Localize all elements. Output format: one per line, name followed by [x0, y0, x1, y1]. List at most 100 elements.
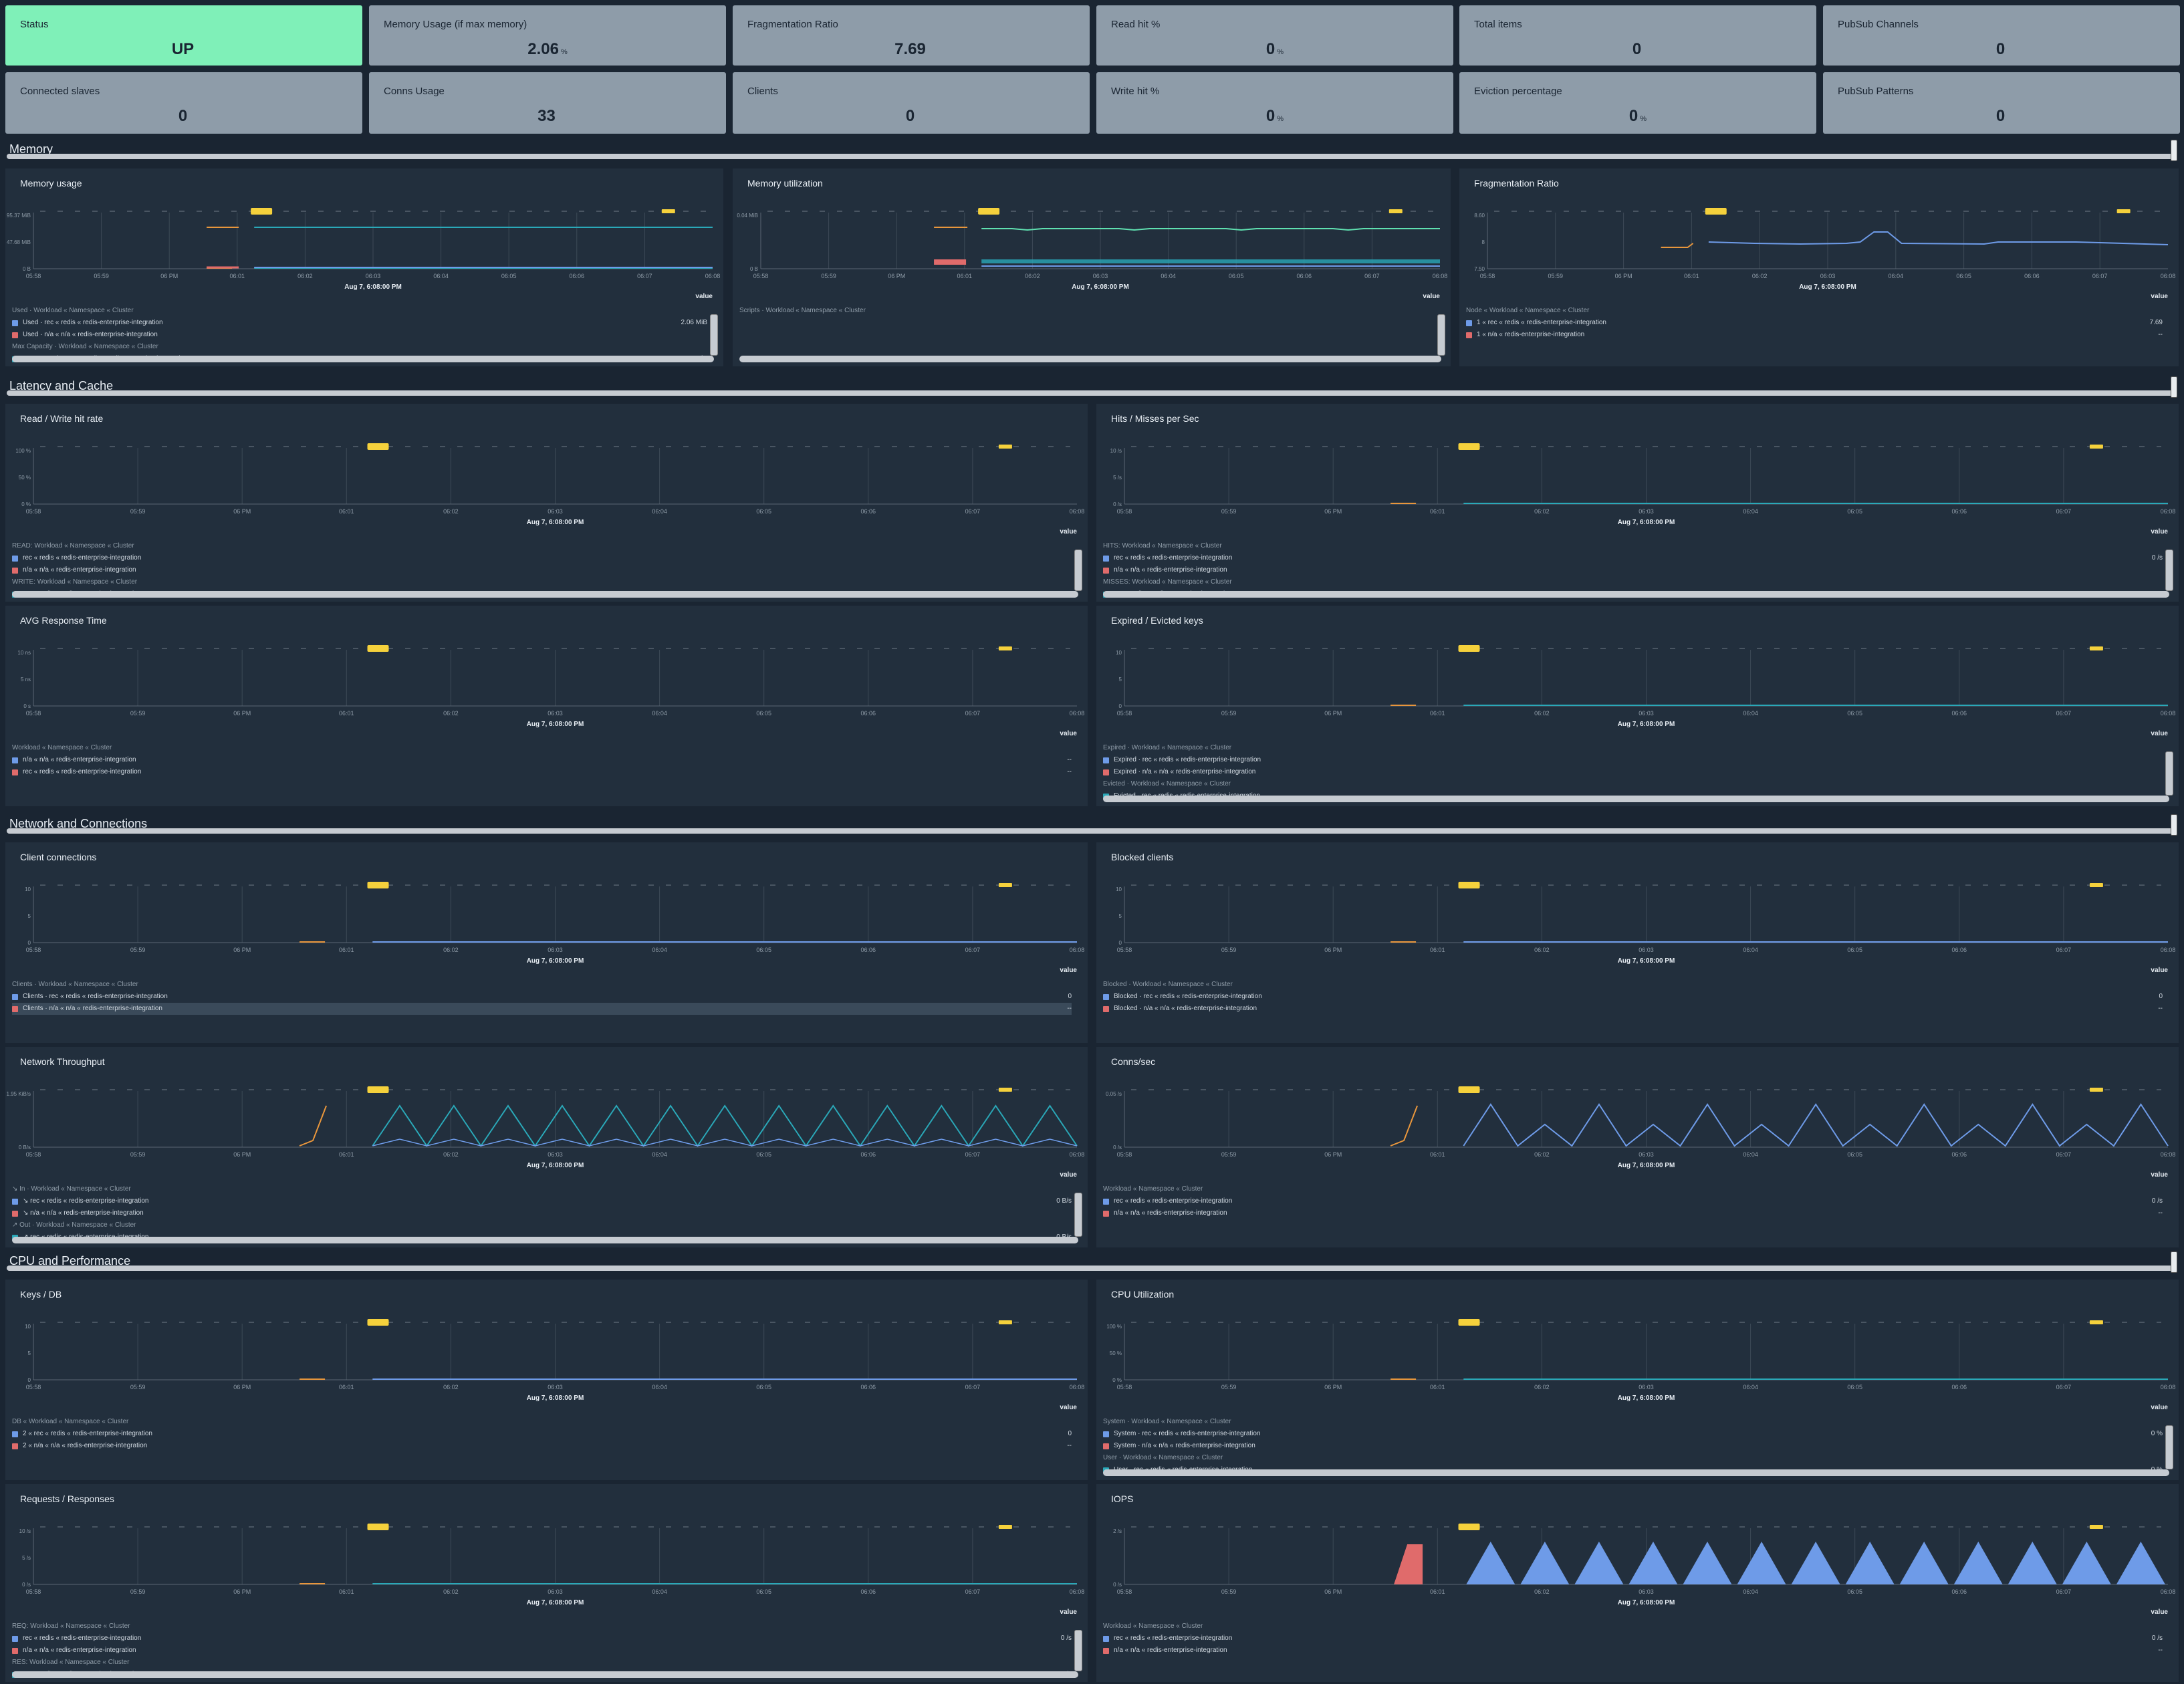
legend-vscrollbar[interactable] [2165, 550, 2173, 591]
section-scroll-thumb[interactable] [2171, 814, 2177, 836]
annotation-marker[interactable] [1388, 209, 1403, 213]
section-scrollbar[interactable] [7, 154, 2176, 159]
legend-item[interactable]: n/a « n/a « redis-enterprise-integration… [12, 754, 1072, 766]
legend-item[interactable]: Blocked · rec « redis « redis-enterprise… [1103, 991, 2163, 1003]
legend-hscrollbar[interactable] [12, 591, 1078, 598]
section-scroll-thumb[interactable] [2171, 376, 2177, 398]
stat-tile[interactable]: Conns Usage 33 [369, 72, 726, 134]
legend-hscrollbar[interactable] [12, 1237, 1078, 1243]
chart-panel[interactable]: Hits / Misses per Sec 05:58 05:59 06 PM 06:0… [1096, 404, 2179, 602]
annotation-marker[interactable] [367, 882, 389, 888]
legend-item[interactable]: 2 « n/a « n/a « redis-enterprise-integra… [12, 1440, 1072, 1452]
annotation-marker[interactable] [367, 1086, 389, 1093]
chart-panel[interactable]: CPU Utilization 05:58 05:59 06 PM 06:01 06:02… [1096, 1280, 2179, 1480]
legend-item[interactable]: Blocked · n/a « n/a « redis-enterprise-i… [1103, 1003, 2163, 1015]
legend-item[interactable]: ↘ n/a « n/a « redis-enterprise-integrati… [12, 1207, 1072, 1219]
legend-item[interactable]: System · rec « redis « redis-enterprise-… [1103, 1428, 2163, 1440]
chart-panel[interactable]: IOPS 05:58 05:59 06 PM 06:01 06:02 06:03 06:04 0… [1096, 1484, 2179, 1682]
legend-vscrollbar[interactable] [1074, 1630, 1082, 1671]
legend-item[interactable]: n/a « n/a « redis-enterprise-integration… [1103, 1645, 2163, 1657]
annotation-marker[interactable] [2116, 209, 2131, 213]
chart-panel[interactable]: Network Throughput 05:58 05:59 06 PM 06:01 06… [5, 1047, 1088, 1247]
annotation-marker[interactable] [998, 646, 1012, 650]
section-scrollbar[interactable] [7, 390, 2176, 396]
annotation-marker[interactable] [1458, 443, 1480, 450]
chart-panel[interactable]: Client connections 05:58 05:59 06 PM 06:01 06… [5, 842, 1088, 1043]
section-header[interactable]: Memory [0, 138, 2184, 162]
legend-item[interactable]: Expired · n/a « n/a « redis-enterprise-i… [1103, 766, 2163, 778]
stat-tile[interactable]: Write hit % 0% [1096, 72, 1453, 134]
section-header[interactable]: Latency and Cache [0, 375, 2184, 399]
legend-vscrollbar[interactable] [710, 314, 718, 356]
stat-tile[interactable]: Fragmentation Ratio 7.69 [733, 5, 1090, 66]
annotation-marker[interactable] [2089, 1320, 2103, 1324]
section-header[interactable]: Network and Connections [0, 813, 2184, 837]
annotation-marker[interactable] [1458, 1086, 1480, 1093]
annotation-marker[interactable] [1458, 1319, 1480, 1326]
stat-tile[interactable]: Memory Usage (if max memory) 2.06% [369, 5, 726, 66]
legend-item[interactable]: rec « redis « redis-enterprise-integrati… [1103, 552, 2163, 564]
annotation-marker[interactable] [1458, 645, 1480, 652]
legend-item[interactable]: n/a « n/a « redis-enterprise-integration [12, 1645, 1072, 1657]
legend-item[interactable]: rec « redis « redis-enterprise-integrati… [12, 766, 1072, 778]
stat-tile[interactable]: Read hit % 0% [1096, 5, 1453, 66]
stat-tile[interactable]: Eviction percentage 0% [1459, 72, 1816, 134]
section-scrollbar[interactable] [7, 1266, 2176, 1271]
annotation-marker[interactable] [1705, 208, 1727, 215]
annotation-marker[interactable] [251, 208, 273, 215]
annotation-marker[interactable] [998, 1320, 1012, 1324]
annotation-marker[interactable] [367, 443, 389, 450]
chart-panel[interactable]: Memory usage 05:58 05:59 06 PM 06:01 06:02 06:… [5, 168, 723, 366]
section-scroll-thumb[interactable] [2171, 1251, 2177, 1273]
annotation-marker[interactable] [2089, 1088, 2103, 1092]
legend-item[interactable]: 1 « rec « redis « redis-enterprise-integ… [1466, 317, 2163, 329]
legend-item[interactable]: n/a « n/a « redis-enterprise-integration… [1103, 1207, 2163, 1219]
legend-hscrollbar[interactable] [739, 356, 1441, 362]
legend-vscrollbar[interactable] [1074, 550, 1082, 591]
stat-tile[interactable]: PubSub Channels 0 [1823, 5, 2180, 66]
legend-item[interactable]: System · n/a « n/a « redis-enterprise-in… [1103, 1440, 2163, 1452]
annotation-marker[interactable] [2089, 1525, 2103, 1529]
legend-item[interactable]: n/a « n/a « redis-enterprise-integration [12, 564, 1072, 576]
chart-panel[interactable]: Expired / Evicted keys 05:58 05:59 06 PM 06:… [1096, 606, 2179, 806]
legend-item[interactable]: Used · rec « redis « redis-enterprise-in… [12, 317, 707, 329]
legend-vscrollbar[interactable] [1437, 314, 1445, 356]
legend-vscrollbar[interactable] [1074, 1193, 1082, 1237]
legend-item[interactable]: rec « redis « redis-enterprise-integrati… [1103, 1195, 2163, 1207]
chart-panel[interactable]: Memory utilization 05:58 05:59 06 PM 06:01 06… [733, 168, 1451, 366]
stat-tile[interactable]: Total items 0 [1459, 5, 1816, 66]
legend-item[interactable]: n/a « n/a « redis-enterprise-integration [1103, 564, 2163, 576]
legend-hscrollbar[interactable] [1103, 796, 2169, 802]
legend-item[interactable]: rec « redis « redis-enterprise-integrati… [1103, 1633, 2163, 1645]
chart-panel[interactable]: Read / Write hit rate 05:58 05:59 06 PM 06:0… [5, 404, 1088, 602]
annotation-marker[interactable] [998, 883, 1012, 887]
annotation-marker[interactable] [661, 209, 675, 213]
chart-svg[interactable]: 05:58 05:59 06 PM 06:01 06:02 06:03 06:04 06:05… [733, 168, 1451, 366]
stat-tile[interactable]: Connected slaves 0 [5, 72, 362, 134]
annotation-marker[interactable] [2089, 646, 2103, 650]
chart-panel[interactable]: Keys / DB 05:58 05:59 06 PM 06:01 06:02 06:03 0… [5, 1280, 1088, 1480]
legend-vscrollbar[interactable] [2165, 1425, 2173, 1469]
annotation-marker[interactable] [978, 208, 1000, 215]
legend-hscrollbar[interactable] [1103, 591, 2169, 598]
chart-panel[interactable]: Blocked clients 05:58 05:59 06 PM 06:01 06:02… [1096, 842, 2179, 1043]
legend-vscrollbar[interactable] [2165, 751, 2173, 796]
chart-panel[interactable]: Fragmentation Ratio 05:58 05:59 06 PM 06:01 0… [1459, 168, 2179, 366]
stat-tile[interactable]: PubSub Patterns 0 [1823, 72, 2180, 134]
annotation-marker[interactable] [998, 445, 1012, 449]
annotation-marker[interactable] [2089, 883, 2103, 887]
stat-tile[interactable]: Clients 0 [733, 72, 1090, 134]
chart-panel[interactable]: Conns/sec 05:58 05:59 06 PM 06:01 06:02 06:03 0… [1096, 1047, 2179, 1247]
section-header[interactable]: CPU and Performance [0, 1250, 2184, 1274]
annotation-marker[interactable] [367, 1524, 389, 1530]
legend-item[interactable]: Expired · rec « redis « redis-enterprise… [1103, 754, 2163, 766]
annotation-marker[interactable] [367, 1319, 389, 1326]
legend-item[interactable]: Clients · rec « redis « redis-enterprise… [12, 991, 1072, 1003]
legend-item[interactable]: ↘ rec « redis « redis-enterprise-integra… [12, 1195, 1072, 1207]
legend-hscrollbar[interactable] [12, 1671, 1078, 1678]
legend-item[interactable]: rec « redis « redis-enterprise-integrati… [12, 1633, 1072, 1645]
legend-hscrollbar[interactable] [12, 356, 714, 362]
annotation-marker[interactable] [998, 1525, 1012, 1529]
annotation-marker[interactable] [2089, 445, 2103, 449]
legend-item[interactable]: Clients · n/a « n/a « redis-enterprise-i… [12, 1003, 1072, 1015]
